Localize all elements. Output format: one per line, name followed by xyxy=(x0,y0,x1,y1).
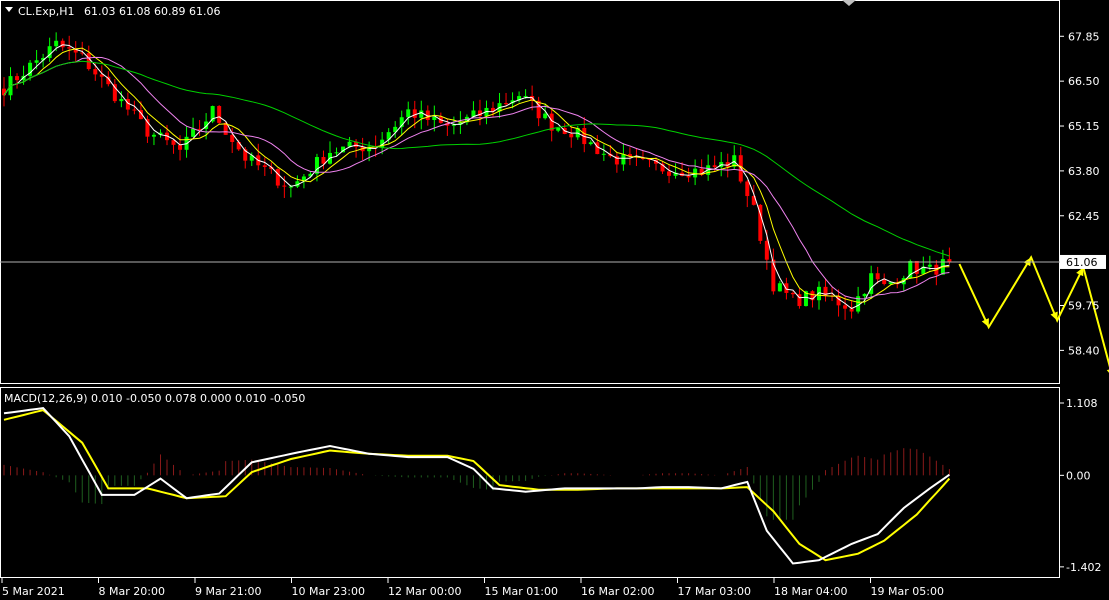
candle-body xyxy=(621,154,626,165)
ma-slow-line xyxy=(3,56,950,300)
symbol-header: CL.Exp,H1 xyxy=(18,5,75,18)
macd-main-line xyxy=(3,407,950,565)
time-tick-label: 12 Mar 00:00 xyxy=(388,585,461,598)
candle-body xyxy=(784,283,789,293)
candle-body xyxy=(686,175,691,178)
price-tick-label: 65.15 xyxy=(1068,120,1100,133)
price-tick-label: 63.80 xyxy=(1068,165,1100,178)
moving-averages xyxy=(3,44,950,310)
candle-body xyxy=(849,308,854,312)
ma-fast-line xyxy=(3,44,950,310)
candle-body xyxy=(419,110,424,118)
macd-histogram xyxy=(3,448,950,520)
candle-body xyxy=(2,88,6,96)
candle-body xyxy=(601,153,606,155)
projection-arrows xyxy=(958,255,1109,373)
candle-body xyxy=(132,109,137,111)
macd-tick-label: 0.00 xyxy=(1066,469,1091,482)
candle-body xyxy=(15,76,20,81)
symbol-dropdown-icon[interactable] xyxy=(5,7,13,12)
macd-tick-label: -1.402 xyxy=(1066,561,1101,574)
candle-body xyxy=(504,103,509,105)
candle-body xyxy=(777,283,782,292)
candle-body xyxy=(60,40,65,48)
price-tick-label: 58.40 xyxy=(1068,344,1100,357)
candle-body xyxy=(54,40,59,47)
candle-body xyxy=(523,96,528,98)
candle-body xyxy=(191,128,196,137)
chart-shift-marker-icon[interactable] xyxy=(842,0,856,6)
time-axis: 5 Mar 2021 8 Mar 20:00 9 Mar 21:00 10 Mar 2… xyxy=(1,578,944,598)
candle-body xyxy=(217,106,222,123)
time-tick-label: 19 Mar 05:00 xyxy=(871,585,944,598)
time-tick-label: 15 Mar 01:00 xyxy=(485,585,558,598)
candle-body xyxy=(178,144,183,150)
candle-body xyxy=(875,273,880,280)
candle-body xyxy=(556,127,561,131)
ma-medium-line xyxy=(3,47,950,303)
candle-body xyxy=(275,169,280,186)
price-tick-label: 62.45 xyxy=(1068,210,1100,223)
time-tick-label: 17 Mar 03:00 xyxy=(678,585,751,598)
price-tick-label: 66.50 xyxy=(1068,75,1100,88)
candle-body xyxy=(119,99,124,102)
candle-body xyxy=(667,171,672,176)
candle-body xyxy=(86,53,91,70)
candle-body xyxy=(862,293,867,297)
candle-body xyxy=(93,69,98,75)
candle-body xyxy=(588,142,593,145)
candle-body xyxy=(790,292,795,295)
candle-body xyxy=(412,109,417,118)
chart-canvas[interactable]: 61.06 67.85 66.50 65.15 63.80 62.45 59.75 58.4… xyxy=(0,0,1109,600)
candle-body xyxy=(764,240,769,260)
time-tick-label: 5 Mar 2021 xyxy=(2,585,65,598)
current-price-label: 61.06 xyxy=(1066,256,1098,269)
candle-body xyxy=(236,142,241,150)
time-tick-label: 9 Mar 21:00 xyxy=(195,585,261,598)
ma-long-line xyxy=(3,60,950,257)
macd-pane-frame xyxy=(0,387,1060,578)
candle-body xyxy=(543,113,548,119)
candle-body xyxy=(712,165,717,168)
candle-body xyxy=(927,264,932,267)
time-tick-label: 10 Mar 23:00 xyxy=(292,585,365,598)
price-tick-label: 59.75 xyxy=(1068,300,1100,313)
price-tick-label: 67.85 xyxy=(1068,30,1100,43)
macd-header: MACD(12,26,9) 0.010 -0.050 0.078 0.000 0… xyxy=(4,392,305,405)
candle-body xyxy=(282,185,287,187)
macd-axis: 1.108 0.00 -1.402 xyxy=(1060,397,1101,574)
projection-zigzag-line xyxy=(958,255,1109,368)
candle-body xyxy=(569,133,574,138)
candle-body xyxy=(197,128,202,130)
candle-body xyxy=(843,305,848,309)
candle-body xyxy=(347,141,352,147)
time-tick-label: 18 Mar 04:00 xyxy=(774,585,847,598)
candle-body xyxy=(262,165,267,167)
candle-body xyxy=(334,152,339,154)
macd-lines xyxy=(3,407,951,565)
price-axis: 67.85 66.50 65.15 63.80 62.45 59.75 58.40 xyxy=(1060,30,1100,357)
time-tick-label: 8 Mar 20:00 xyxy=(99,585,165,598)
candle-body xyxy=(406,109,411,118)
candle-body xyxy=(151,134,156,137)
macd-tick-label: 1.108 xyxy=(1066,397,1098,410)
macd-signal-line xyxy=(3,409,951,562)
price-pane-frame xyxy=(0,0,1060,384)
candle-body xyxy=(67,47,72,49)
ohlc-header: 61.03 61.08 60.89 61.06 xyxy=(84,5,220,18)
candle-body xyxy=(745,181,750,197)
candle-body xyxy=(34,60,39,63)
candle-body xyxy=(595,142,600,155)
time-tick-label: 16 Mar 02:00 xyxy=(581,585,654,598)
